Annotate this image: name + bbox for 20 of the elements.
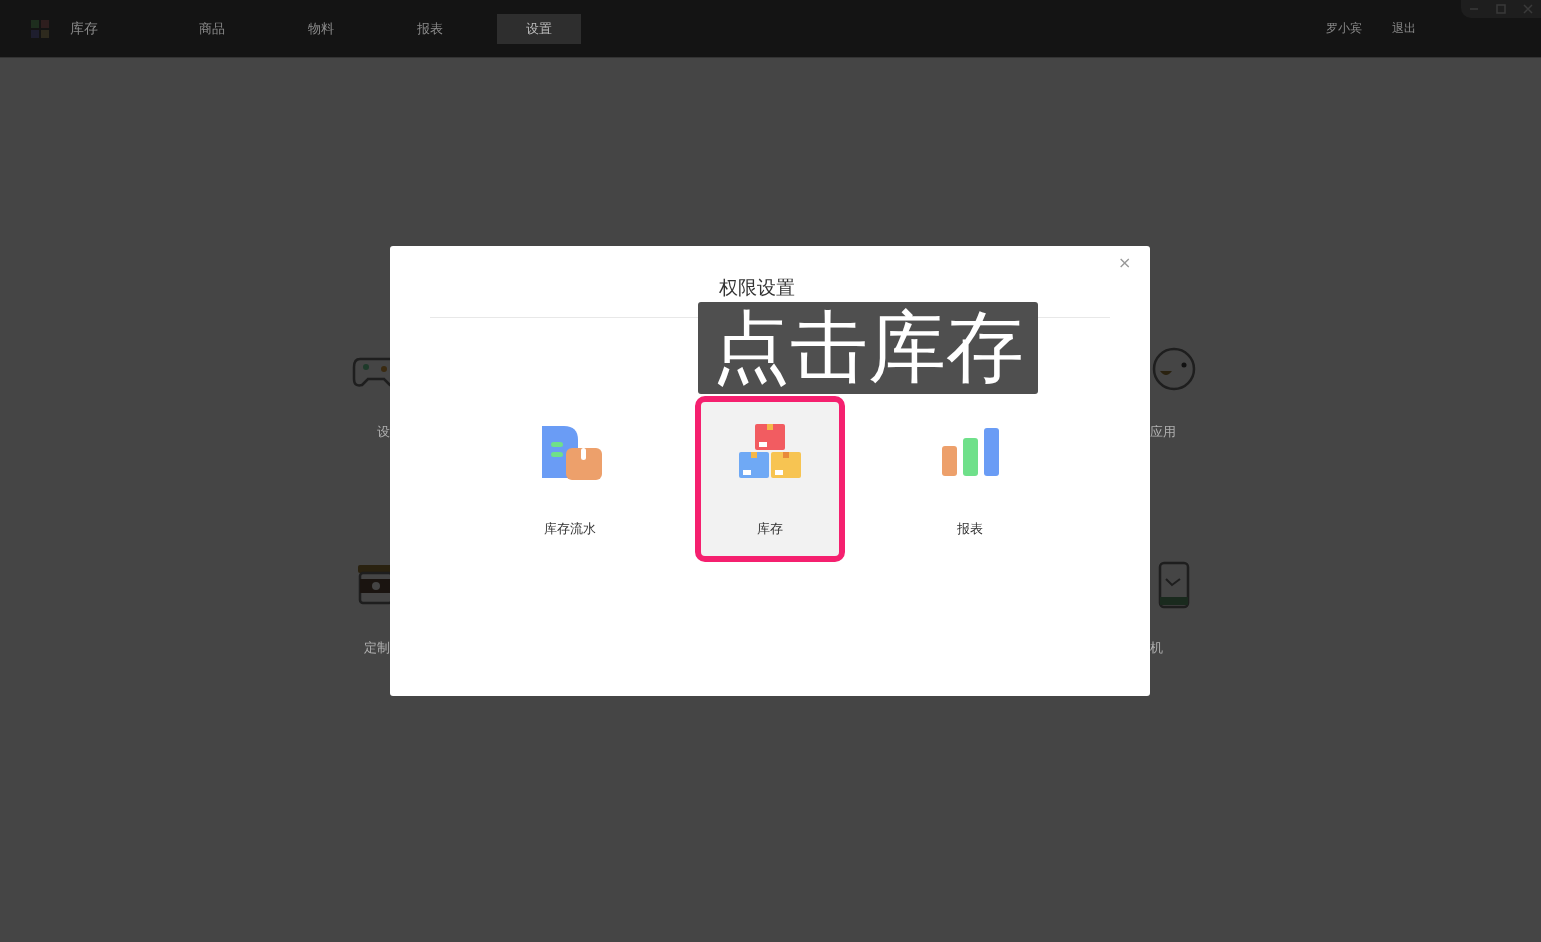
nav-tab[interactable]: 报表 <box>388 13 472 44</box>
app-label: 设 <box>376 423 390 441</box>
app-label: 机 <box>1149 639 1163 657</box>
close-button[interactable]: × <box>1112 252 1138 273</box>
module-tile[interactable]: 库存流水 <box>494 395 645 562</box>
module-tile[interactable]: 报表 <box>894 395 1045 562</box>
logout-link[interactable]: 退出 <box>1392 20 1416 37</box>
maximize-icon[interactable] <box>1495 3 1507 15</box>
app-label: 定制 <box>363 639 390 657</box>
hint-caption: 点击库存 <box>697 302 1038 394</box>
module-tile[interactable]: 库存 <box>694 395 845 562</box>
app-name: 库存 <box>70 19 99 38</box>
nav-tab[interactable]: 设置 <box>497 13 581 44</box>
nav-tab[interactable]: 物料 <box>279 13 363 44</box>
close-icon[interactable] <box>1521 3 1534 15</box>
app-label: 应用 <box>1149 423 1176 441</box>
grid-logo-icon <box>30 18 50 39</box>
nav-tab[interactable]: 商品 <box>170 13 254 44</box>
dialog-title: 权限设置 <box>719 276 795 299</box>
user-name[interactable]: 罗小宾 <box>1326 20 1362 37</box>
